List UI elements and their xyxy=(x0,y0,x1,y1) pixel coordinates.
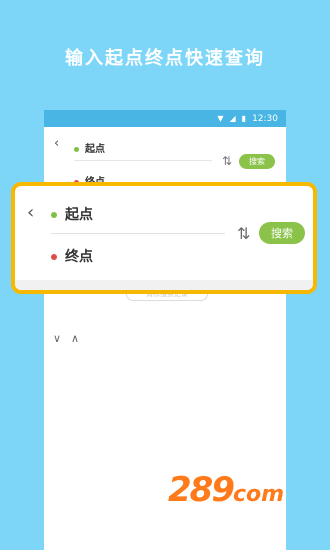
start-point-label: 起点 xyxy=(85,144,105,155)
headline: 输入起点终点快速查询 xyxy=(65,48,265,69)
chevron-down-icon[interactable]: ∨ xyxy=(53,332,61,345)
swap-icon[interactable]: ⇅ xyxy=(222,154,232,168)
swap-icon[interactable]: ⇅ xyxy=(237,224,250,243)
search-button[interactable]: 搜索 xyxy=(239,154,275,169)
watermark-domain: com xyxy=(232,482,285,507)
battery-icon: ▮ xyxy=(241,113,247,123)
start-point-row[interactable]: 起点 xyxy=(74,140,105,155)
start-point-row[interactable]: 起点 xyxy=(51,204,93,224)
signal-icon: ◢ xyxy=(229,113,236,123)
card-footer xyxy=(15,280,313,290)
wifi-icon: ▼ xyxy=(217,113,224,123)
search-button[interactable]: 搜索 xyxy=(259,222,305,244)
back-icon[interactable]: ‹ xyxy=(27,202,34,223)
end-point-label: 终点 xyxy=(65,249,93,265)
start-point-label: 起点 xyxy=(65,207,93,223)
status-time: 12:30 xyxy=(252,113,278,124)
watermark-number: 289 xyxy=(168,470,235,510)
status-bar: ▼ ◢ ▮ 12:30 xyxy=(44,110,286,127)
divider xyxy=(74,160,212,161)
back-icon[interactable]: ‹ xyxy=(54,136,59,151)
chevron-up-icon[interactable]: ∧ xyxy=(71,332,79,345)
watermark-subtitle: 手游网 xyxy=(262,510,279,549)
start-dot-icon xyxy=(74,146,79,152)
divider xyxy=(51,233,225,234)
search-card-highlight: ‹ 起点 终点 ⇅ 搜索 xyxy=(11,182,317,294)
start-dot-icon xyxy=(51,212,57,218)
end-dot-icon xyxy=(51,254,57,260)
end-point-row[interactable]: 终点 xyxy=(51,246,93,266)
watermark-logo: 289com 手游网 xyxy=(168,470,285,549)
